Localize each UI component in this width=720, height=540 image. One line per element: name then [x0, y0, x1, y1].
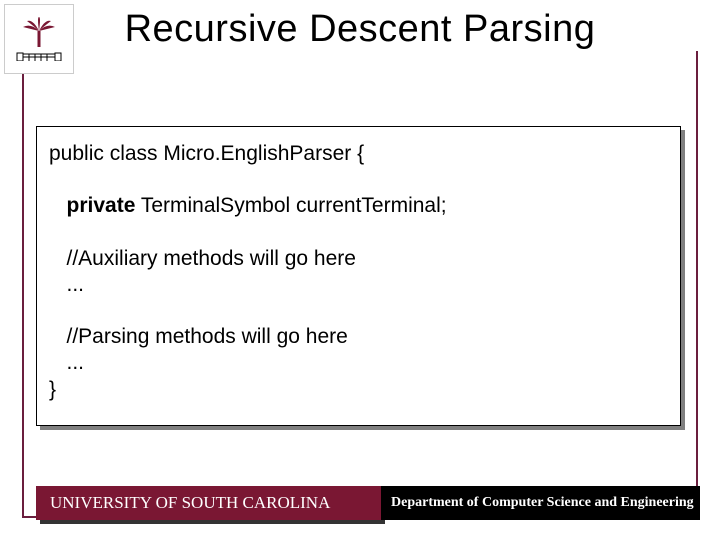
code-ellipsis: ...: [49, 272, 668, 298]
gates-icon: [15, 51, 63, 61]
code-line: }: [49, 377, 668, 403]
university-logo: [4, 4, 74, 74]
code-box: public class Micro.EnglishParser { priva…: [36, 126, 681, 426]
footer-department: Department of Computer Science and Engin…: [381, 486, 700, 520]
footer-university: UNIVERSITY OF SOUTH CAROLINA: [36, 486, 381, 520]
code-comment: //Parsing methods will go here: [49, 324, 668, 350]
code-line: private TerminalSymbol currentTerminal;: [49, 193, 668, 219]
code-text: TerminalSymbol currentTerminal;: [135, 194, 446, 217]
code-ellipsis: ...: [49, 350, 668, 376]
code-comment: //Auxiliary methods will go here: [49, 246, 668, 272]
footer: UNIVERSITY OF SOUTH CAROLINA Department …: [36, 486, 700, 520]
keyword-private: private: [49, 194, 135, 217]
slide-title: Recursive Descent Parsing: [0, 8, 720, 51]
code-line: public class Micro.EnglishParser {: [49, 141, 668, 167]
palmetto-tree-icon: [19, 17, 59, 49]
